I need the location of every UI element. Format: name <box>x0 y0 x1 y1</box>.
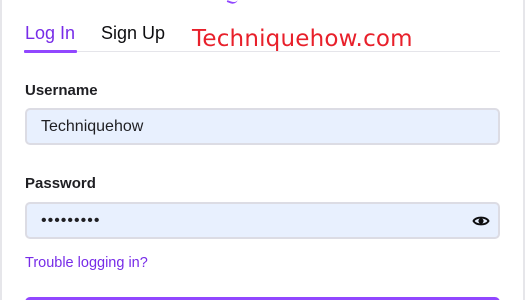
password-input[interactable]: ••••••••• <box>25 202 500 239</box>
logo-fragment <box>226 0 240 6</box>
watermark-text: Techniquehow.com <box>192 26 413 52</box>
username-input[interactable]: Techniquehow <box>25 108 500 145</box>
active-tab-indicator <box>24 50 77 53</box>
password-label: Password <box>25 175 96 192</box>
tab-signup[interactable]: Sign Up <box>101 21 165 45</box>
tab-login[interactable]: Log In <box>25 21 75 45</box>
trouble-logging-in-link[interactable]: Trouble logging in? <box>25 255 148 271</box>
login-panel: Log In Sign Up Techniquehow.com Username… <box>0 0 525 300</box>
eye-icon[interactable] <box>472 212 490 230</box>
username-label: Username <box>25 82 98 99</box>
